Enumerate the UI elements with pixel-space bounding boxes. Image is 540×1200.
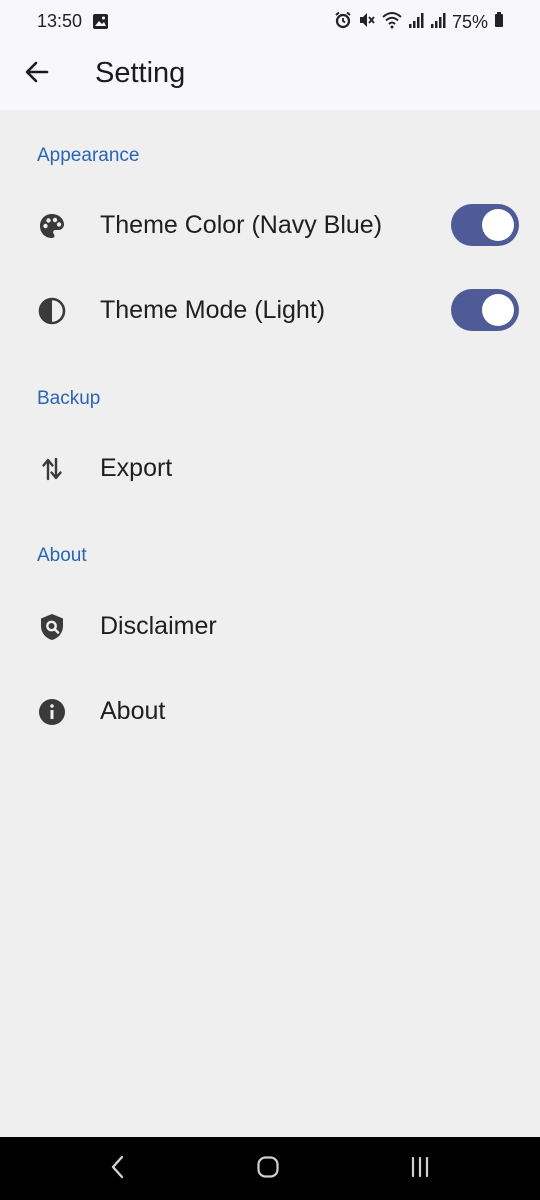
- mute-icon: [358, 11, 376, 34]
- status-bar: 13:50 75%: [0, 0, 540, 44]
- arrow-left-icon: [24, 59, 50, 90]
- nav-back-icon: [109, 1155, 127, 1184]
- setting-row-disclaimer[interactable]: Disclaimer: [0, 591, 540, 661]
- toggle-knob: [482, 209, 514, 241]
- setting-label-export: Export: [100, 454, 173, 482]
- setting-row-export[interactable]: Export: [0, 433, 540, 503]
- setting-row-theme-color[interactable]: Theme Color (Navy Blue): [0, 190, 540, 260]
- setting-label-about: About: [100, 697, 166, 725]
- contrast-icon: [37, 296, 67, 326]
- setting-row-about[interactable]: About: [0, 676, 540, 746]
- page-title: Setting: [95, 57, 186, 89]
- signal-icon: [408, 11, 424, 34]
- status-time: 13:50: [37, 11, 83, 31]
- shield-search-icon: [37, 612, 67, 642]
- section-header-about: About: [37, 545, 87, 566]
- back-button[interactable]: [16, 53, 58, 95]
- theme-color-toggle[interactable]: [451, 204, 519, 246]
- swap-vertical-icon: [37, 454, 67, 484]
- setting-label-disclaimer: Disclaimer: [100, 612, 217, 640]
- toggle-knob: [482, 294, 514, 326]
- section-header-appearance: Appearance: [37, 145, 140, 166]
- nav-home-button[interactable]: [253, 1154, 283, 1184]
- theme-mode-toggle[interactable]: [451, 289, 519, 331]
- nav-recents-icon: [408, 1155, 432, 1184]
- palette-icon: [37, 211, 67, 241]
- app-bar: Setting: [0, 44, 540, 110]
- image-icon: [92, 13, 109, 35]
- info-icon: [37, 697, 67, 727]
- battery-percent: 75%: [451, 12, 488, 32]
- nav-back-button[interactable]: [103, 1154, 133, 1184]
- battery-icon: [494, 11, 504, 34]
- nav-recents-button[interactable]: [405, 1154, 435, 1184]
- setting-label-theme-color: Theme Color (Navy Blue): [100, 211, 383, 239]
- setting-row-theme-mode[interactable]: Theme Mode (Light): [0, 275, 540, 345]
- section-header-backup: Backup: [37, 388, 101, 409]
- nav-home-icon: [256, 1155, 280, 1184]
- signal-r-icon: [430, 11, 446, 34]
- system-nav-bar: [0, 1137, 540, 1200]
- alarm-icon: [334, 11, 352, 34]
- wifi-icon: [382, 11, 402, 34]
- setting-label-theme-mode: Theme Mode (Light): [100, 296, 326, 324]
